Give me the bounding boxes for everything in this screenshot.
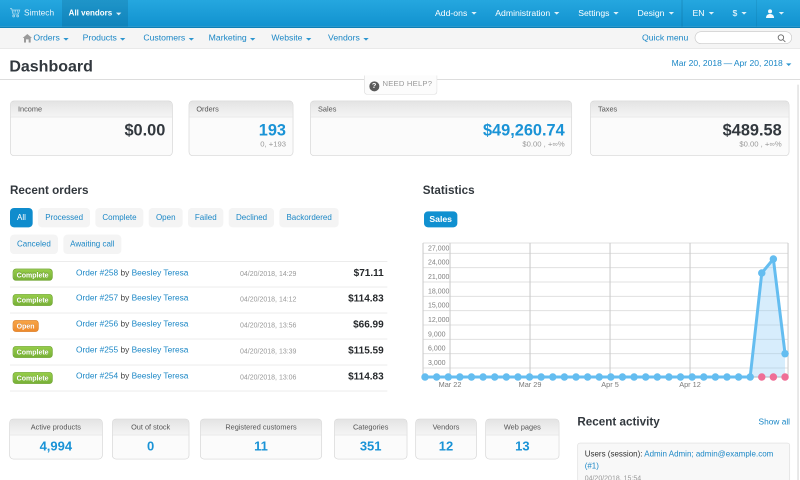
svg-text:24,000: 24,000 (428, 260, 450, 267)
svg-text:6,000: 6,000 (428, 346, 446, 353)
svg-text:Apr 12: Apr 12 (679, 380, 701, 389)
svg-text:27,000: 27,000 (428, 245, 450, 252)
svg-text:Apr 5: Apr 5 (601, 380, 619, 389)
svg-text:15,000: 15,000 (428, 303, 450, 310)
svg-text:Mar 29: Mar 29 (519, 380, 542, 389)
svg-text:18,000: 18,000 (428, 288, 450, 295)
svg-text:Mar 22: Mar 22 (439, 380, 462, 389)
svg-text:3,000: 3,000 (428, 360, 446, 367)
svg-text:9,000: 9,000 (428, 331, 446, 338)
svg-text:21,000: 21,000 (428, 274, 450, 281)
svg-text:12,000: 12,000 (428, 317, 450, 324)
